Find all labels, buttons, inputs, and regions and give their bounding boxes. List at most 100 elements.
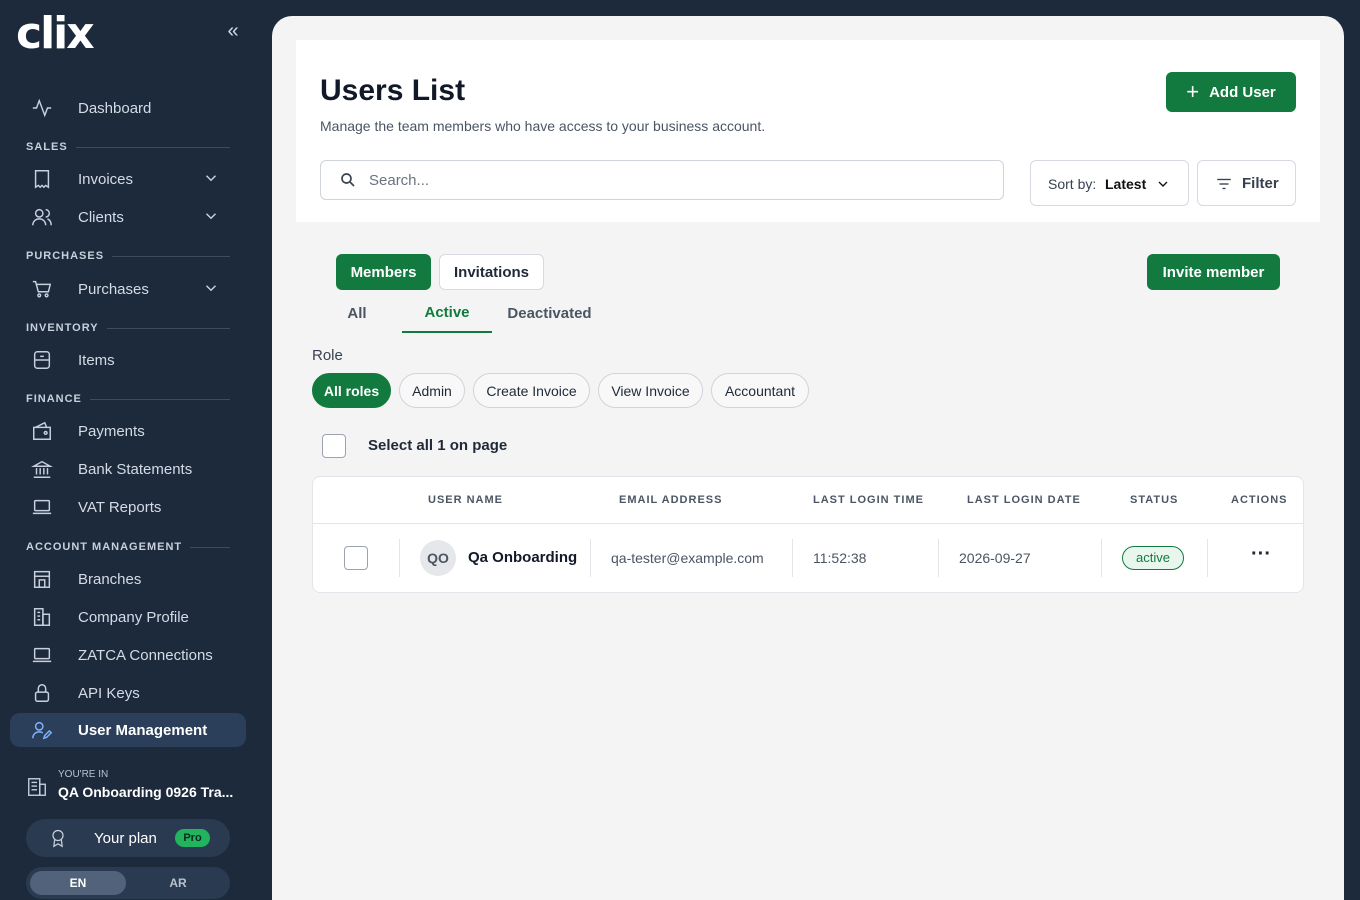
role-chip-create-invoice[interactable]: Create Invoice [473,373,590,408]
users-icon [30,205,54,229]
sidebar-item-label: Branches [78,570,142,588]
award-icon [48,828,68,848]
laptop-icon [30,495,54,519]
sidebar-item-label: Clients [78,208,124,226]
table-header-divider [313,523,1303,524]
add-user-button[interactable]: + Add User [1166,72,1296,112]
search-input[interactable] [369,167,969,193]
cell-divider [792,539,793,577]
sort-dropdown[interactable]: Sort by: Latest [1030,160,1189,206]
column-header-last-login-time[interactable]: LAST LOGIN TIME [813,494,924,506]
cell-divider [938,539,939,577]
section-label: INVENTORY [26,322,99,334]
column-header-user-name[interactable]: USER NAME [428,494,503,506]
avatar: QO [420,540,456,576]
invite-member-button[interactable]: Invite member [1147,254,1280,290]
sidebar-item-bank-statements[interactable]: Bank Statements [10,452,246,486]
sidebar-item-user-management[interactable]: User Management [10,713,246,747]
section-label: SALES [26,141,68,153]
youre-in-label: YOU'RE IN [58,769,109,780]
sidebar-item-dashboard[interactable]: Dashboard [10,91,246,125]
sidebar-item-vat-reports[interactable]: VAT Reports [10,490,246,524]
page-header: Users List Manage the team members who h… [296,40,1320,222]
users-table: USER NAME EMAIL ADDRESS LAST LOGIN TIME … [312,476,1304,593]
sidebar-item-label: API Keys [78,684,140,702]
sidebar-item-label: User Management [78,721,208,739]
members-segment-button[interactable]: Members [336,254,431,290]
search-icon [339,171,357,189]
sidebar-item-company-profile[interactable]: Company Profile [10,600,246,634]
box-icon [30,348,54,372]
last-login-date-cell: 2026-09-27 [959,550,1031,566]
sidebar-item-clients[interactable]: Clients [10,200,246,234]
role-chip-admin[interactable]: Admin [399,373,465,408]
column-header-last-login-date[interactable]: LAST LOGIN DATE [967,494,1081,506]
sidebar-item-branches[interactable]: Branches [10,562,246,596]
role-filter-label: Role [312,347,343,364]
invitations-segment-button[interactable]: Invitations [439,254,544,290]
cart-icon [30,277,54,301]
lang-ar-option[interactable]: AR [130,871,226,895]
select-all-checkbox[interactable] [322,434,346,458]
role-chip-all-roles[interactable]: All roles [312,373,391,408]
page-title: Users List [320,74,466,107]
tab-deactivated[interactable]: Deactivated [502,294,597,333]
filter-icon [1215,175,1233,193]
tab-active[interactable]: Active [402,294,492,333]
sort-prefix: Sort by: [1048,176,1097,192]
sidebar-item-items[interactable]: Items [10,343,246,377]
cell-divider [1207,539,1208,577]
section-account-management: ACCOUNT MANAGEMENT [26,540,230,554]
filter-button[interactable]: Filter [1197,160,1296,206]
status-badge: active [1122,546,1184,570]
tab-all[interactable]: All [332,294,382,333]
select-all-label: Select all 1 on page [368,437,508,454]
lang-en-option[interactable]: EN [30,871,126,895]
chevron-down-icon [1155,176,1171,192]
row-checkbox[interactable] [344,546,368,570]
column-header-email[interactable]: EMAIL ADDRESS [619,494,722,506]
column-header-status: STATUS [1130,494,1179,506]
cell-divider [1101,539,1102,577]
sidebar-item-label: Payments [78,422,145,440]
sidebar-item-label: ZATCA Connections [78,646,213,664]
app-logo[interactable]: clix [16,12,95,56]
business-switcher[interactable]: YOU'RE IN QA Onboarding 0926 Tra... [26,768,246,808]
section-label: ACCOUNT MANAGEMENT [26,541,183,553]
wallet-icon [30,419,54,443]
sidebar-item-label: Purchases [78,280,149,298]
sidebar-item-label: Company Profile [78,608,189,626]
sidebar-item-api-keys[interactable]: API Keys [10,676,246,710]
sidebar-item-zatca-connections[interactable]: ZATCA Connections [10,638,246,672]
role-chip-accountant[interactable]: Accountant [711,373,809,408]
cell-divider [399,539,400,577]
chevron-down-icon [202,207,222,227]
sidebar-item-invoices[interactable]: Invoices [10,162,246,196]
plan-badge: Pro [175,829,210,847]
sidebar-item-payments[interactable]: Payments [10,414,246,448]
collapse-sidebar-icon[interactable]: « [222,18,244,44]
cell-divider [590,539,591,577]
sidebar-item-label: Items [78,351,115,369]
sidebar-item-label: Bank Statements [78,460,193,478]
role-chip-view-invoice[interactable]: View Invoice [598,373,703,408]
bank-icon [30,457,54,481]
section-inventory: INVENTORY [26,321,230,335]
receipt-icon [30,167,54,191]
section-label: PURCHASES [26,250,105,262]
sort-value: Latest [1105,176,1147,192]
user-name-cell: Qa Onboarding [468,549,578,566]
search-box [320,160,1004,200]
sidebar-item-purchases[interactable]: Purchases [10,272,246,306]
filter-label: Filter [1242,175,1279,192]
plan-button[interactable]: Your plan Pro [26,819,230,857]
more-actions-icon[interactable]: ··· [1247,544,1275,569]
column-header-actions: ACTIONS [1231,494,1288,506]
user-edit-icon [30,718,54,742]
sidebar-item-label: Invoices [78,170,134,188]
section-purchases: PURCHASES [26,249,230,263]
section-label: FINANCE [26,393,82,405]
section-sales: SALES [26,140,230,154]
laptop-icon [30,643,54,667]
sidebar-item-label: VAT Reports [78,498,162,516]
